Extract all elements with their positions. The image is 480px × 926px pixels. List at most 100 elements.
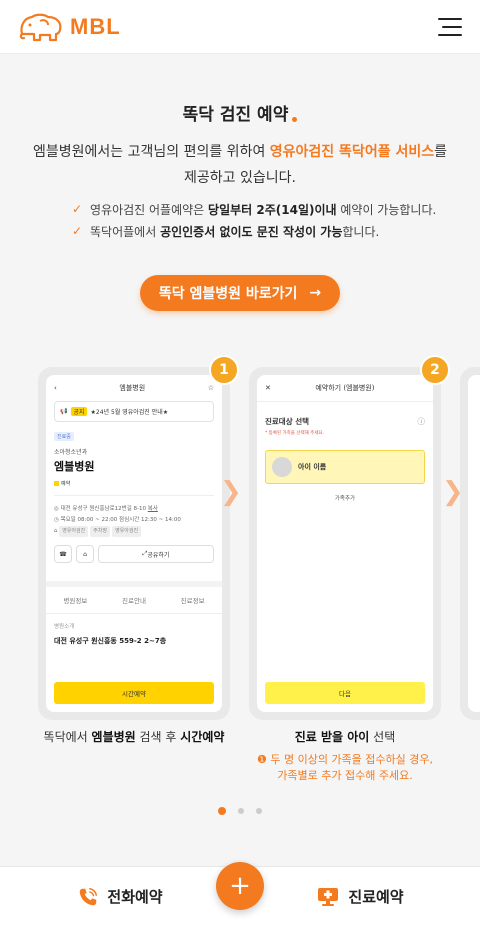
- check-list: ✓ 영유아검진 어플예약은 당일부터 2주(14일)이내 예약이 가능합니다. …: [72, 198, 452, 242]
- carousel-pagination: [0, 807, 480, 815]
- address-line: 대전 유성구 원신흥남로12번길 8-10: [60, 506, 147, 512]
- megaphone-icon: 📢: [60, 408, 68, 415]
- steps-carousel[interactable]: ‹ 엠블병원 ☆ 📢 공지 ★24년 5월 영유아검진 안내★ 진료중 소아청소…: [0, 355, 480, 795]
- caption-d: 시간예약: [180, 730, 225, 744]
- header: MBL: [0, 0, 480, 54]
- status-chip: 진료중: [54, 432, 74, 441]
- step1-caption: 똑닥에서 엠블병원 검색 후 시간예약: [38, 728, 230, 745]
- check2-a: 똑닥어플에서: [90, 224, 161, 239]
- copy-link: 복사: [147, 506, 158, 512]
- check1-c: 예약이 가능합니다.: [336, 202, 437, 217]
- page-title: 똑닥 검진 예약: [183, 100, 298, 125]
- screen-topbar: ✕ 예약하기 (엠블병원): [257, 375, 433, 402]
- hospital-address: 대전 유성구 원신흥동 559-2 2~7층: [54, 637, 167, 645]
- pagination-dot[interactable]: [238, 808, 244, 814]
- star-icon: ☆: [207, 384, 214, 392]
- share-button: ⤢ 공유하기: [98, 545, 214, 563]
- tab-label: 진료정보: [180, 597, 205, 605]
- phone-icon: ☎: [54, 545, 72, 563]
- caption-c: 검색 후: [135, 730, 181, 744]
- check-icon: ✓: [72, 202, 83, 216]
- avatar-icon: [272, 457, 292, 477]
- target-heading: 진료대상 선택: [265, 417, 310, 426]
- check-icon: ✓: [72, 224, 83, 238]
- hamburger-icon[interactable]: [438, 17, 462, 36]
- phone-mockup-step2: ✕ 예약하기 (엠블병원) 진료대상 선택 ⓘ * 등록된 가족을 선택해 주세…: [249, 367, 441, 720]
- hospital-name: 엠블병원: [54, 460, 95, 473]
- tag-row: ⌂ 영유아검진 주차장 영유아검진: [54, 526, 214, 537]
- hospital-info: ◎ 대전 유성구 원신흥남로12번길 8-10 복사 ◷ 목요일 08:00 ~…: [54, 504, 214, 537]
- pay-label: 예약: [54, 480, 214, 487]
- clinic-reserve-label: 진료예약: [348, 888, 404, 906]
- ddocdoc-shortcut-button[interactable]: 똑닥 엠블병원 바로가기 →: [140, 275, 340, 311]
- phone-reserve-button[interactable]: 전화예약: [0, 886, 240, 908]
- pagination-dot[interactable]: [256, 808, 262, 814]
- title-dot: [292, 117, 298, 122]
- tag: 영유아검진: [59, 526, 89, 537]
- close-icon: ✕: [265, 384, 271, 392]
- target-hint: * 등록된 가족을 선택해 주세요.: [265, 431, 325, 436]
- screen-title: 엠블병원: [119, 384, 146, 392]
- target-heading-row: 진료대상 선택 ⓘ: [265, 416, 425, 427]
- phone-screen: ‹ 엠블병원 ☆ 📢 공지 ★24년 5월 영유아검진 안내★ 진료중 소아청소…: [46, 375, 222, 712]
- check1-b: 당일부터 2주(14일)이내: [208, 202, 337, 217]
- caption-c: 선택: [369, 730, 396, 744]
- desc-part2: 를: [434, 144, 447, 160]
- desc-highlight: 영유아검진 똑닥어플 서비스: [269, 144, 435, 160]
- monitor-medical-icon: [318, 887, 339, 906]
- pagination-dot[interactable]: [218, 807, 226, 815]
- phone-mockup-step3: [460, 367, 480, 720]
- time-reserve-button: 시간예약: [54, 682, 214, 704]
- tab-label: 진료안내: [122, 597, 146, 605]
- home-icon: ⌂: [76, 545, 94, 563]
- check-text: 똑닥어플에서 공인인증서 없이도 문진 작성이 가능합니다.: [90, 223, 379, 240]
- child-name: 아이 이름: [298, 463, 327, 471]
- screen-tabs: 병원정보 진료안내 진료정보: [46, 581, 222, 614]
- screen-title: 예약하기 (엠블병원): [315, 384, 375, 392]
- check-item: ✓ 똑닥어플에서 공인인증서 없이도 문진 작성이 가능합니다.: [72, 220, 452, 242]
- child-option: 아이 이름: [265, 450, 425, 484]
- info-icon: ❶: [256, 753, 267, 766]
- logo[interactable]: MBL: [18, 12, 121, 42]
- check-text: 영유아검진 어플예약은 당일부터 2주(14일)이내 예약이 가능합니다.: [90, 201, 436, 218]
- plus-icon: +: [229, 871, 251, 901]
- step-badge: 1: [209, 355, 239, 385]
- pay-icon: [54, 481, 59, 486]
- caption-a: 똑닥에서: [43, 730, 92, 744]
- phone-screen: ✕ 예약하기 (엠블병원) 진료대상 선택 ⓘ * 등록된 가족을 선택해 주세…: [257, 375, 433, 712]
- phone-screen: [468, 375, 480, 712]
- caption-b: 진료 받을 아이: [294, 730, 370, 744]
- section-label: 병원소개: [54, 624, 75, 630]
- pay-text: 예약: [61, 481, 71, 487]
- back-icon: ‹: [54, 384, 57, 392]
- hours-row: ◷ 목요일 08:00 ~ 22:00 점심시간 12:30 ~ 14:00: [54, 517, 181, 523]
- check-item: ✓ 영유아검진 어플예약은 당일부터 2주(14일)이내 예약이 가능합니다.: [72, 198, 452, 220]
- check1-a: 영유아검진 어플예약은: [90, 202, 209, 217]
- note-line1: 두 명 이상의 가족을 접수하실 경우,: [270, 753, 434, 766]
- department: 소아청소년과: [54, 449, 88, 456]
- step-badge: 2: [420, 355, 450, 385]
- desc-line2: 제공하고 있습니다.: [184, 170, 296, 186]
- tag: 주차장: [90, 526, 111, 537]
- divider: [54, 495, 214, 496]
- tag: 영유아검진: [112, 526, 142, 537]
- notice-text: ★24년 5월 영유아검진 안내★: [90, 409, 169, 416]
- notice-tag: 공지: [71, 407, 87, 416]
- screen-topbar: ‹ 엠블병원 ☆: [46, 375, 222, 397]
- step2-caption: 진료 받을 아이 선택: [249, 728, 441, 745]
- add-family-link: 가족추가: [334, 496, 356, 502]
- next-button: 다음: [265, 682, 425, 704]
- check2-c: 합니다.: [342, 224, 380, 239]
- note-line2: 가족별로 추가 접수해 주세요.: [277, 769, 413, 782]
- caption-b: 엠블병원: [91, 730, 136, 744]
- phone-reserve-label: 전화예약: [107, 888, 163, 906]
- arrow-right-icon: →: [309, 285, 322, 301]
- elephant-logo-icon: [19, 13, 62, 41]
- help-icon: ⓘ: [417, 417, 426, 426]
- check2-b: 공인인증서 없이도 문진 작성이 가능: [160, 224, 343, 239]
- plus-fab-button[interactable]: +: [216, 862, 264, 910]
- notice-bar: 📢 공지 ★24년 5월 영유아검진 안내★: [54, 401, 214, 422]
- tab-label: 병원정보: [63, 597, 88, 605]
- clinic-reserve-button[interactable]: 진료예약: [240, 885, 480, 909]
- desc-part1: 엠블병원에서는 고객님의 편의를 위하여: [33, 144, 270, 160]
